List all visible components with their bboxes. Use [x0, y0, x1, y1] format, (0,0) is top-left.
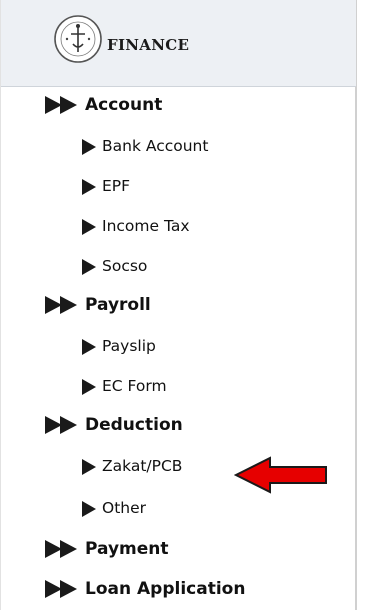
triangle-arrow-icon: [82, 459, 96, 475]
triangle-arrow-icon: [82, 259, 96, 275]
menu-item-label: Income Tax: [102, 217, 190, 235]
red-arrow-icon: [234, 456, 327, 494]
double-arrow-icon: [45, 540, 77, 558]
triangle-arrow-icon: [82, 139, 96, 155]
sidebar-header: FINANCE: [1, 0, 356, 87]
menu-item-label: Zakat/PCB: [102, 457, 183, 475]
menu-item-label: EC Form: [102, 377, 167, 395]
menu-item-socso[interactable]: Socso: [1, 246, 356, 286]
finance-sidebar: FINANCE Account Bank Account EPF Income …: [0, 0, 357, 610]
menu-category-deduction[interactable]: Deduction: [1, 406, 356, 446]
menu-item-epf[interactable]: EPF: [1, 166, 356, 206]
double-arrow-icon: [45, 96, 77, 114]
double-arrow-icon: [45, 580, 77, 598]
menu-item-label: Socso: [102, 257, 148, 275]
menu-category-account[interactable]: Account: [1, 86, 356, 126]
menu-item-label: EPF: [102, 177, 131, 195]
menu-item-bank-account[interactable]: Bank Account: [1, 126, 356, 166]
menu-category-label: Account: [85, 95, 163, 115]
menu-category-payment[interactable]: Payment: [1, 530, 356, 570]
menu-category-label: Deduction: [85, 415, 183, 435]
triangle-arrow-icon: [82, 501, 96, 517]
menu-category-payroll[interactable]: Payroll: [1, 286, 356, 326]
menu-item-label: Payslip: [102, 337, 156, 355]
menu-item-label: Bank Account: [102, 137, 209, 155]
menu-item-income-tax[interactable]: Income Tax: [1, 206, 356, 246]
triangle-arrow-icon: [82, 339, 96, 355]
triangle-arrow-icon: [82, 179, 96, 195]
triangle-arrow-icon: [82, 219, 96, 235]
menu-item-payslip[interactable]: Payslip: [1, 326, 356, 366]
finance-emblem-icon: [54, 15, 102, 63]
page-title: FINANCE: [107, 36, 190, 54]
menu-category-label: Payment: [85, 539, 169, 559]
menu-category-loan-application[interactable]: Loan Application: [1, 570, 356, 610]
double-arrow-icon: [45, 296, 77, 314]
triangle-arrow-icon: [82, 379, 96, 395]
menu-category-label: Loan Application: [85, 579, 246, 599]
double-arrow-icon: [45, 416, 77, 434]
menu-category-label: Payroll: [85, 295, 151, 315]
menu-item-ec-form[interactable]: EC Form: [1, 366, 356, 406]
menu-item-label: Other: [102, 499, 147, 517]
